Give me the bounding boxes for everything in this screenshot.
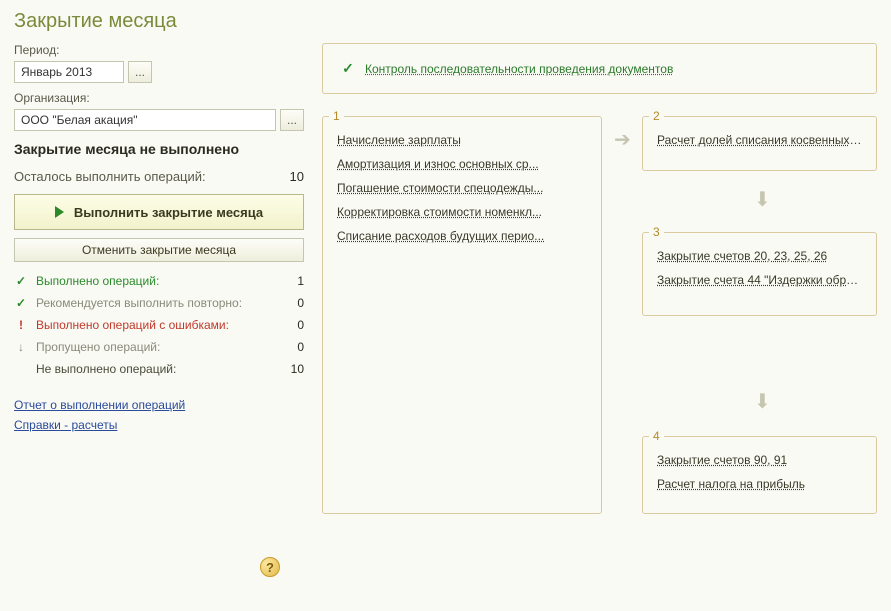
- error-icon: !: [14, 318, 28, 332]
- operation-link[interactable]: Закрытие счетов 90, 91: [657, 453, 862, 467]
- org-label: Организация:: [14, 91, 304, 105]
- group-3: 3 Закрытие счетов 20, 23, 25, 26 Закрыти…: [642, 232, 877, 316]
- play-icon: [55, 206, 64, 218]
- group-1: 1 Начисление зарплаты Амортизация и изно…: [322, 116, 602, 514]
- period-label: Период:: [14, 43, 304, 57]
- group-3-number: 3: [649, 225, 664, 239]
- operation-link[interactable]: Списание расходов будущих перио...: [337, 229, 587, 243]
- stat-nodo-label: Не выполнено операций:: [36, 362, 276, 376]
- stat-skip-count: 0: [284, 340, 304, 354]
- operation-link[interactable]: Закрытие счетов 20, 23, 25, 26: [657, 249, 862, 263]
- references-calculations-link[interactable]: Справки - расчеты: [14, 418, 117, 432]
- check-icon: ✓: [341, 60, 355, 77]
- cancel-month-close-button[interactable]: Отменить закрытие месяца: [14, 238, 304, 262]
- group-2-number: 2: [649, 109, 664, 123]
- operation-link[interactable]: Погашение стоимости спецодежды...: [337, 181, 587, 195]
- operation-link[interactable]: Расчет долей списания косвенных ...: [657, 133, 862, 147]
- stat-nodo-count: 10: [284, 362, 304, 376]
- run-month-close-button[interactable]: Выполнить закрытие месяца: [14, 194, 304, 230]
- operation-link[interactable]: Амортизация и износ основных ср...: [337, 157, 587, 171]
- org-picker-button[interactable]: ...: [280, 109, 304, 131]
- arrow-down-icon: ⬇: [754, 190, 771, 210]
- control-box: ✓ Контроль последовательности проведения…: [322, 43, 877, 94]
- run-button-label: Выполнить закрытие месяца: [74, 205, 263, 220]
- arrow-down-icon: ⬇: [754, 392, 771, 412]
- period-picker-button[interactable]: ...: [128, 61, 152, 83]
- stat-redo-label: Рекомендуется выполнить повторно:: [36, 296, 276, 310]
- group-4-number: 4: [649, 429, 664, 443]
- arrow-right-icon: ➔: [614, 130, 631, 150]
- stat-err-count: 0: [284, 318, 304, 332]
- operation-link[interactable]: Корректировка стоимости номенкл...: [337, 205, 587, 219]
- org-input[interactable]: [14, 109, 276, 131]
- stat-done-count: 1: [284, 274, 304, 288]
- group-4: 4 Закрытие счетов 90, 91 Расчет налога н…: [642, 436, 877, 514]
- stat-skip-label: Пропущено операций:: [36, 340, 276, 354]
- stat-done-label: Выполнено операций:: [36, 274, 276, 288]
- remaining-label: Осталось выполнить операций:: [14, 169, 206, 184]
- group-1-number: 1: [329, 109, 344, 123]
- remaining-count: 10: [290, 169, 304, 184]
- help-icon[interactable]: ?: [260, 557, 280, 577]
- stat-redo-count: 0: [284, 296, 304, 310]
- operation-link[interactable]: Начисление зарплаты: [337, 133, 587, 147]
- control-sequence-link[interactable]: Контроль последовательности проведения д…: [365, 62, 673, 76]
- period-input[interactable]: [14, 61, 124, 83]
- operation-link[interactable]: Расчет налога на прибыль: [657, 477, 862, 491]
- operations-report-link[interactable]: Отчет о выполнении операций: [14, 398, 185, 412]
- page-title: Закрытие месяца: [14, 10, 877, 33]
- group-2: 2 Расчет долей списания косвенных ...: [642, 116, 877, 171]
- check-icon: ✓: [14, 274, 28, 288]
- operation-link[interactable]: Закрытие счета 44 "Издержки обра...: [657, 273, 862, 287]
- check-icon: ✓: [14, 296, 28, 310]
- arrow-down-icon: ↓: [14, 340, 28, 354]
- stat-err-label: Выполнено операций с ошибками:: [36, 318, 276, 332]
- status-title: Закрытие месяца не выполнено: [14, 141, 304, 157]
